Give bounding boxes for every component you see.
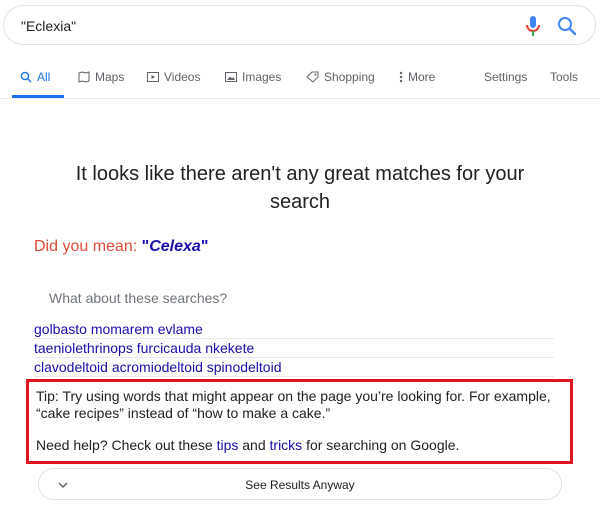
- settings-label: Settings: [484, 70, 528, 84]
- did-you-mean-label: Did you mean:: [34, 238, 138, 255]
- microphone-icon[interactable]: [523, 15, 543, 37]
- more-vertical-icon: [399, 71, 403, 83]
- related-search-link[interactable]: clavodeltoid acromiodeltoid spinodeltoid: [34, 358, 554, 377]
- tools-link[interactable]: Tools: [550, 69, 578, 85]
- see-results-anyway-button[interactable]: See Results Anyway: [38, 468, 562, 500]
- search-icon[interactable]: [557, 16, 577, 36]
- tab-maps-label: Maps: [95, 70, 125, 84]
- search-tabs: All Maps Videos Images Shopping More Set…: [0, 55, 600, 99]
- tag-icon: [306, 71, 319, 83]
- tab-all-label: All: [37, 70, 51, 84]
- tab-shopping-label: Shopping: [324, 70, 375, 84]
- related-searches-list: golbasto momarem evlame taeniolethrinops…: [34, 320, 554, 377]
- search-bar[interactable]: "Eclexia": [3, 5, 596, 45]
- help-suffix: for searching on Google.: [306, 437, 460, 453]
- help-prefix: Need help? Check out these: [36, 437, 213, 453]
- no-match-heading-line1: It looks like there aren't any great mat…: [75, 163, 525, 185]
- tab-more[interactable]: More: [399, 69, 435, 85]
- tab-all[interactable]: All: [20, 69, 50, 85]
- spelling-suggestion-link[interactable]: Celexa: [149, 238, 201, 255]
- tab-shopping[interactable]: Shopping: [306, 69, 375, 85]
- settings-link[interactable]: Settings: [484, 69, 527, 85]
- tips-link[interactable]: tips: [217, 437, 239, 453]
- no-match-heading: It looks like there aren't any great mat…: [0, 160, 600, 216]
- related-search-link[interactable]: taeniolethrinops furcicauda nkekete: [34, 339, 554, 358]
- map-icon: [78, 71, 90, 83]
- tools-label: Tools: [550, 70, 579, 84]
- help-and: and: [242, 437, 266, 453]
- tab-videos[interactable]: Videos: [147, 69, 200, 85]
- search-tip: Tip: Try using words that might appear o…: [36, 388, 551, 421]
- no-match-heading-line2: search: [269, 191, 331, 213]
- tab-more-label: More: [408, 70, 436, 84]
- tab-videos-label: Videos: [164, 70, 201, 84]
- tricks-link[interactable]: tricks: [270, 437, 303, 453]
- related-search-link[interactable]: golbasto momarem evlame: [34, 320, 554, 339]
- related-searches-heading: What about these searches?: [49, 290, 228, 306]
- tab-maps[interactable]: Maps: [78, 69, 124, 85]
- help-text: Need help? Check out these tips and tric…: [36, 437, 459, 453]
- image-icon: [225, 72, 237, 82]
- see-results-anyway-label: See Results Anyway: [245, 478, 355, 492]
- tab-images-label: Images: [242, 70, 282, 84]
- tip-highlight-box: Tip: Try using words that might appear o…: [26, 379, 573, 464]
- did-you-mean: Did you mean: "Celexa": [34, 238, 209, 255]
- video-icon: [147, 72, 159, 82]
- tab-images[interactable]: Images: [225, 69, 281, 85]
- search-input[interactable]: "Eclexia": [21, 18, 76, 34]
- active-tab-indicator: [12, 95, 64, 98]
- search-icon: [20, 71, 32, 83]
